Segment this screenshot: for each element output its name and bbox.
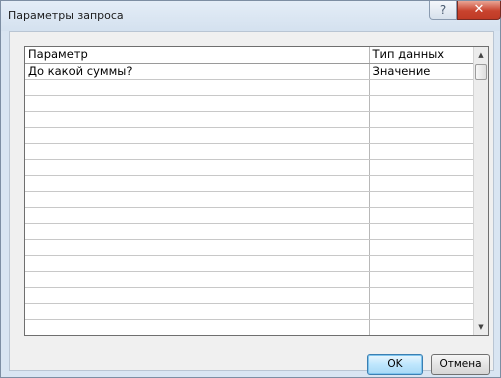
parameters-grid: Параметр Тип данных До какой суммы? Значе… bbox=[24, 46, 489, 336]
table-row[interactable] bbox=[25, 191, 475, 208]
table-row[interactable] bbox=[25, 95, 475, 112]
parameter-cell[interactable] bbox=[25, 159, 370, 176]
close-button[interactable]: ✕ bbox=[457, 1, 501, 20]
parameter-cell[interactable] bbox=[25, 271, 370, 288]
parameter-cell[interactable] bbox=[25, 287, 370, 304]
data-type-cell[interactable] bbox=[369, 223, 475, 240]
table-row[interactable]: До какой суммы? Значение bbox=[25, 63, 475, 80]
parameter-cell[interactable] bbox=[25, 319, 370, 335]
column-header-parameter: Параметр bbox=[25, 47, 370, 64]
parameter-cell[interactable] bbox=[25, 239, 370, 256]
table-row[interactable] bbox=[25, 319, 475, 335]
table-row[interactable] bbox=[25, 271, 475, 288]
parameter-cell[interactable]: До какой суммы? bbox=[25, 63, 370, 80]
data-type-cell[interactable] bbox=[369, 159, 475, 176]
parameter-cell[interactable] bbox=[25, 127, 370, 144]
table-row[interactable] bbox=[25, 255, 475, 272]
data-type-cell[interactable] bbox=[369, 239, 475, 256]
data-type-cell[interactable] bbox=[369, 271, 475, 288]
vertical-scrollbar[interactable]: ▲ ▼ bbox=[473, 47, 488, 335]
table-row[interactable] bbox=[25, 111, 475, 128]
data-type-cell[interactable] bbox=[369, 127, 475, 144]
header-row: Параметр Тип данных bbox=[25, 47, 475, 64]
scrollbar-thumb[interactable] bbox=[475, 64, 487, 80]
data-type-cell[interactable] bbox=[369, 79, 475, 96]
parameter-cell[interactable] bbox=[25, 79, 370, 96]
column-header-data-type: Тип данных bbox=[369, 47, 475, 64]
help-button[interactable]: ? bbox=[429, 1, 457, 20]
parameter-cell[interactable] bbox=[25, 207, 370, 224]
parameter-cell[interactable] bbox=[25, 95, 370, 112]
dialog-body: Параметр Тип данных До какой суммы? Значе… bbox=[9, 31, 494, 375]
data-type-cell[interactable] bbox=[369, 175, 475, 192]
parameter-cell[interactable] bbox=[25, 223, 370, 240]
parameter-cell[interactable] bbox=[25, 191, 370, 208]
scroll-down-icon[interactable]: ▼ bbox=[474, 319, 488, 335]
parameter-cell[interactable] bbox=[25, 111, 370, 128]
table-row[interactable] bbox=[25, 239, 475, 256]
title-bar[interactable]: Параметры запроса ? ✕ bbox=[1, 1, 501, 31]
data-type-cell[interactable]: Значение bbox=[369, 63, 475, 80]
table-row[interactable] bbox=[25, 143, 475, 160]
parameter-cell[interactable] bbox=[25, 303, 370, 320]
table-row[interactable] bbox=[25, 287, 475, 304]
table-row[interactable] bbox=[25, 79, 475, 96]
table-row[interactable] bbox=[25, 159, 475, 176]
table-row[interactable] bbox=[25, 303, 475, 320]
parameter-cell[interactable] bbox=[25, 255, 370, 272]
data-type-cell[interactable] bbox=[369, 319, 475, 335]
dialog-title: Параметры запроса bbox=[8, 9, 124, 22]
ok-button[interactable]: OK bbox=[367, 354, 423, 375]
data-type-cell[interactable] bbox=[369, 207, 475, 224]
data-type-cell[interactable] bbox=[369, 143, 475, 160]
table-row[interactable] bbox=[25, 127, 475, 144]
table-row[interactable] bbox=[25, 207, 475, 224]
query-parameters-dialog: Параметры запроса ? ✕ Параметр Тип данны… bbox=[0, 0, 501, 378]
scroll-up-icon[interactable]: ▲ bbox=[474, 47, 488, 63]
parameters-table: Параметр Тип данных До какой суммы? Значе… bbox=[25, 47, 475, 335]
data-type-cell[interactable] bbox=[369, 287, 475, 304]
table-row[interactable] bbox=[25, 175, 475, 192]
data-type-cell[interactable] bbox=[369, 95, 475, 112]
data-type-cell[interactable] bbox=[369, 191, 475, 208]
table-row[interactable] bbox=[25, 223, 475, 240]
data-type-cell[interactable] bbox=[369, 303, 475, 320]
parameter-cell[interactable] bbox=[25, 175, 370, 192]
data-type-cell[interactable] bbox=[369, 255, 475, 272]
data-type-cell[interactable] bbox=[369, 111, 475, 128]
cancel-button[interactable]: Отмена bbox=[431, 354, 490, 375]
parameter-cell[interactable] bbox=[25, 143, 370, 160]
